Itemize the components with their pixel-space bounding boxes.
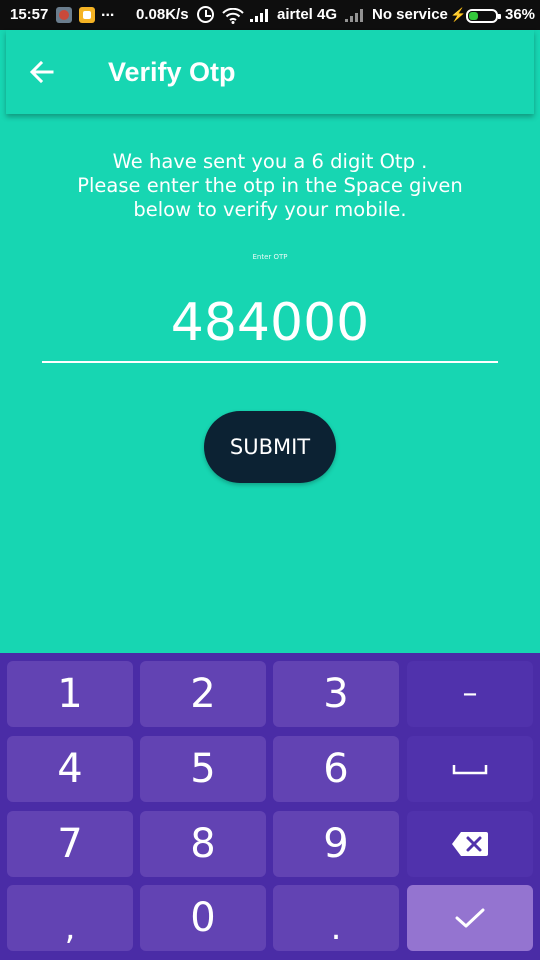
status-bar: 15:57 ... 0.08K/s airtel 4G No service ⚡	[0, 0, 540, 30]
key-backspace[interactable]	[407, 811, 533, 877]
key-space[interactable]	[407, 736, 533, 802]
alarm-icon	[197, 6, 214, 23]
signal-icon	[345, 9, 365, 22]
app-notification-icon	[56, 7, 72, 23]
arrow-left-icon[interactable]	[28, 58, 56, 86]
signal-icon	[250, 9, 270, 22]
key-7[interactable]: 7	[7, 811, 133, 877]
otp-input-underline	[42, 361, 498, 363]
network-speed: 0.08K/s	[136, 6, 189, 23]
key-6[interactable]: 6	[273, 736, 399, 802]
app-bar: Verify Otp	[6, 30, 534, 114]
status-time: 15:57	[10, 6, 49, 23]
otp-input[interactable]: 484000	[42, 290, 498, 356]
charging-icon: ⚡	[450, 7, 467, 22]
more-notifications: ...	[101, 3, 115, 20]
key-9[interactable]: 9	[273, 811, 399, 877]
key-period[interactable]: .	[273, 885, 399, 951]
instruction-line: below to verify your mobile.	[133, 198, 407, 221]
app-notification-icon	[79, 7, 95, 23]
key-0[interactable]: 0	[140, 885, 266, 951]
key-comma[interactable]: ,	[7, 885, 133, 951]
numeric-keyboard: 1 2 3 – 4 5 6 7 8 9 , 0 .	[0, 653, 540, 960]
submit-button[interactable]: SUBMIT	[204, 411, 336, 483]
key-dash[interactable]: –	[407, 661, 533, 727]
otp-field-label: Enter OTP	[252, 253, 288, 261]
key-1[interactable]: 1	[7, 661, 133, 727]
battery-percent: 36%	[505, 6, 536, 23]
battery-icon	[466, 9, 501, 23]
instruction-line: We have sent you a 6 digit Otp .	[112, 150, 428, 173]
space-bar-icon	[452, 765, 488, 775]
instruction-line: Please enter the otp in the Space given	[77, 174, 463, 197]
key-4[interactable]: 4	[7, 736, 133, 802]
key-done[interactable]	[407, 885, 533, 951]
checkmark-icon	[455, 908, 485, 928]
key-8[interactable]: 8	[140, 811, 266, 877]
key-3[interactable]: 3	[273, 661, 399, 727]
backspace-icon	[452, 832, 488, 856]
no-service-text: No service	[372, 6, 448, 23]
instruction-text: We have sent you a 6 digit Otp . Please …	[20, 150, 520, 222]
wifi-icon	[222, 7, 244, 24]
carrier-name: airtel 4G	[277, 6, 338, 23]
page-title: Verify Otp	[108, 57, 236, 87]
key-2[interactable]: 2	[140, 661, 266, 727]
key-5[interactable]: 5	[140, 736, 266, 802]
